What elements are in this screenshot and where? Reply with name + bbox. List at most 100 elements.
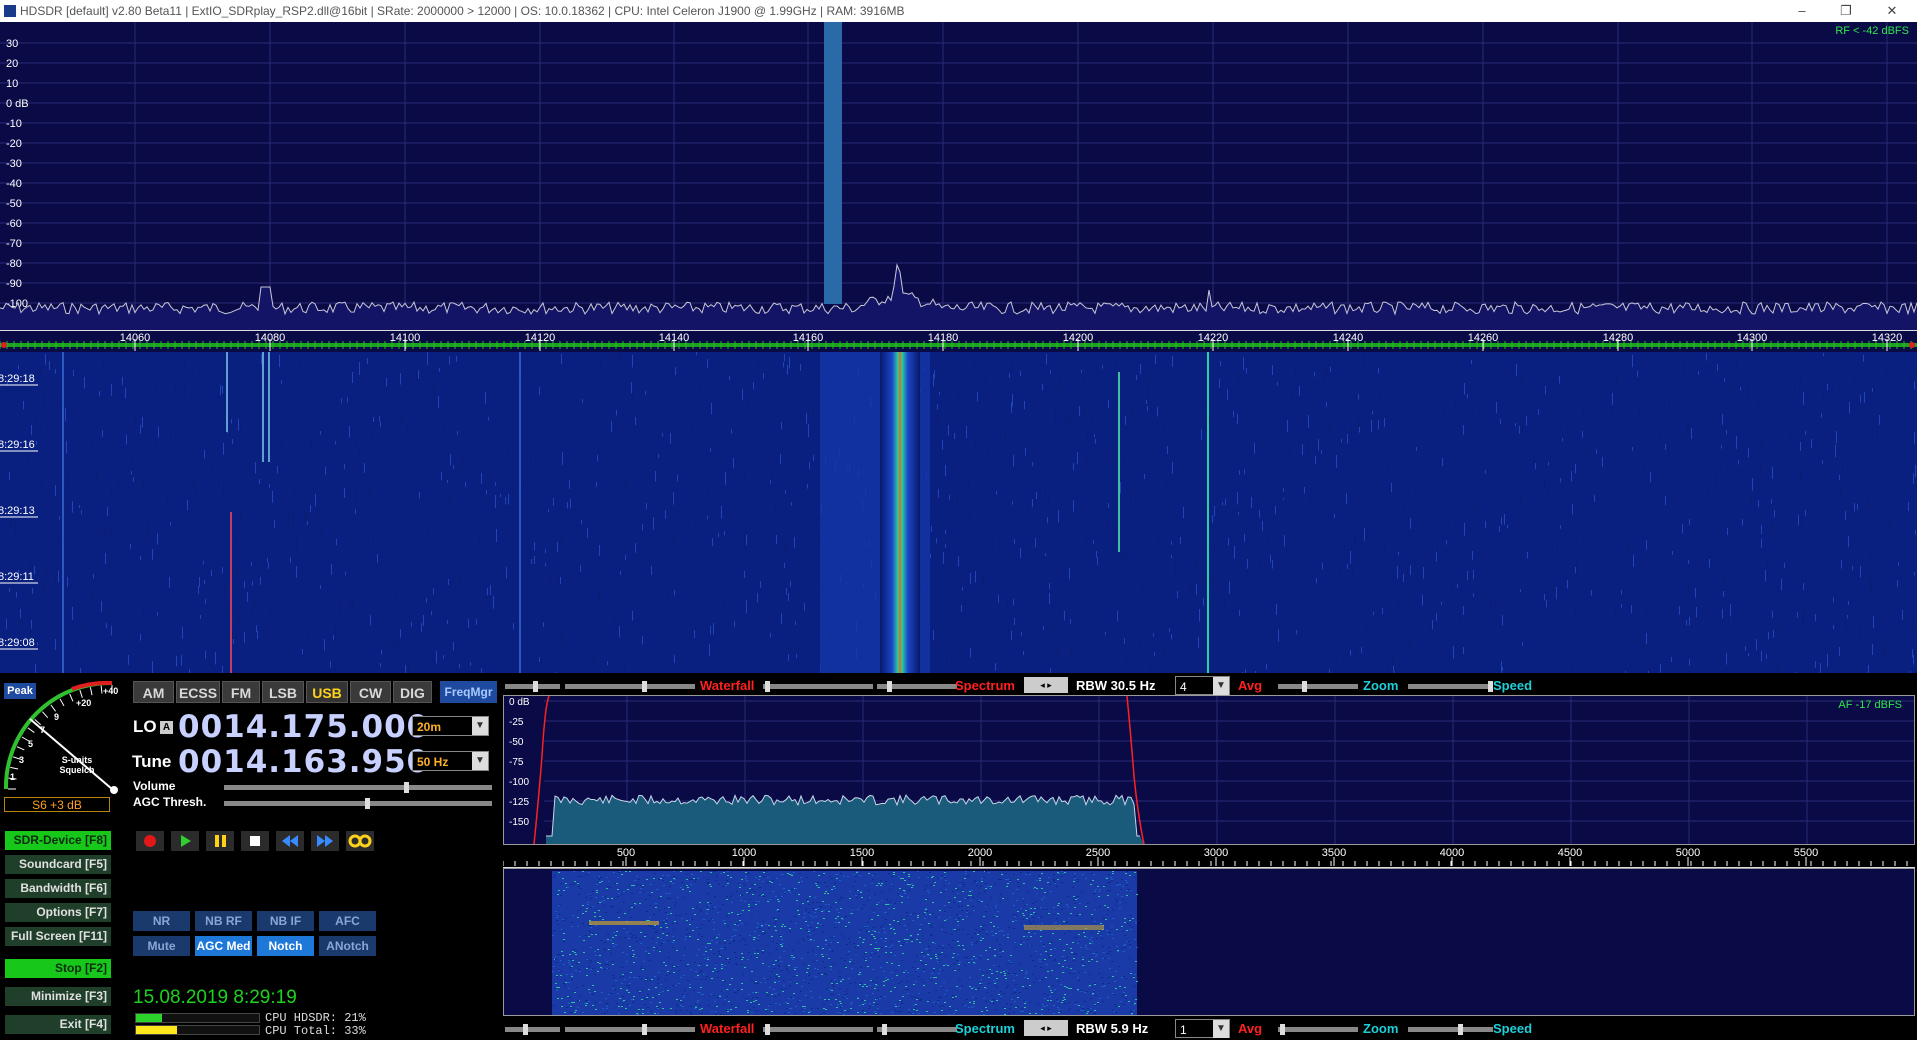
dsp-mute-button[interactable]: Mute — [133, 936, 190, 956]
side-button-bandwidth[interactable]: Bandwidth [F6] — [5, 879, 111, 898]
chevron-down-icon: ▼ — [472, 717, 488, 735]
window-title: HDSDR [default] v2.80 Beta11 | ExtIO_SDR… — [20, 4, 905, 18]
tune-frequency[interactable]: 0014.163.950 — [178, 744, 429, 780]
dsp-anotch-button[interactable]: ANotch — [319, 936, 376, 956]
side-button-soundcard[interactable]: Soundcard [F5] — [5, 855, 111, 874]
rf-freq-tick: 14180 — [928, 332, 959, 344]
rf-db-tick: -70 — [6, 238, 22, 250]
rf-level-readout: RF < -42 dBFS — [1835, 25, 1909, 37]
af-rbw-stepper[interactable]: ◂ ▸ — [1024, 1020, 1068, 1036]
pause-button[interactable] — [206, 831, 234, 851]
tune-step-select[interactable]: 50 Hz ▼ — [412, 751, 489, 771]
af-spectrum[interactable]: 0 dB -25 -50 -75 -100 -125 -150 AF -17 dBFS — [503, 695, 1915, 845]
rf-spectrum[interactable]: 30 20 10 0 dB -10 -20 -30 -40 -50 -60 -70 -80 -90 -10… — [0, 22, 1917, 330]
af-freq-tick: 1000 — [732, 847, 756, 859]
rf-frequency-scale[interactable]: 14060 14080 14100 14120 14140 14160 14180 14200… — [0, 330, 1917, 353]
rf-avg-select[interactable]: 4 ▼ — [1175, 676, 1230, 695]
dsp-notch-button[interactable]: Notch — [257, 936, 314, 956]
minimize-button[interactable]: – — [1780, 0, 1824, 22]
s-meter-needle — [29, 718, 113, 790]
rf-waterfall[interactable]: 8:29:18 8:29:16 8:29:13 8:29:11 8:29:08 — [0, 352, 1917, 673]
af-waterfall[interactable] — [503, 868, 1915, 1016]
s-meter-caption: S-units Squelch — [57, 755, 97, 775]
mode-lsb-button[interactable]: LSB — [262, 681, 304, 703]
lo-frequency[interactable]: 0014.175.000 — [178, 709, 429, 745]
rf-speed-label: Speed — [1493, 678, 1533, 693]
s-meter-scale-label: 5 — [28, 739, 33, 749]
mode-ecss-button[interactable]: ECSS — [176, 681, 220, 703]
freqmgr-button[interactable]: FreqMgr — [440, 681, 497, 703]
rf-spectrum-contrast-slider[interactable] — [763, 681, 873, 692]
dsp-agc-med-button[interactable]: AGC Med — [195, 936, 252, 956]
s-meter-scale-label: 9 — [54, 712, 59, 722]
af-spectrum-contrast-slider[interactable] — [763, 1024, 873, 1035]
mode-dig-button[interactable]: DIG — [393, 681, 432, 703]
restore-button[interactable]: ❐ — [1824, 0, 1868, 22]
tune-step-value: 50 Hz — [417, 755, 449, 769]
rf-spectrum-level-slider[interactable] — [877, 681, 957, 692]
rf-display-controls: Waterfall Spectrum ◂ ▸ RBW 30.5 Hz 4 ▼ Av… — [505, 676, 1650, 695]
close-button[interactable]: ✕ — [1870, 0, 1914, 22]
rf-waterfall-contrast-slider[interactable] — [505, 681, 560, 692]
peak-button[interactable]: Peak — [4, 683, 36, 699]
side-button-full[interactable]: Full Screen [F11] — [5, 927, 111, 946]
mode-fm-button[interactable]: FM — [222, 681, 260, 703]
mode-cw-button[interactable]: CW — [350, 681, 391, 703]
af-waterfall-contrast-slider[interactable] — [505, 1024, 560, 1035]
af-speed-slider[interactable] — [1408, 1024, 1493, 1035]
title-bar: HDSDR [default] v2.80 Beta11 | ExtIO_SDR… — [0, 0, 1917, 22]
rf-zoom-slider[interactable] — [1278, 681, 1358, 692]
rf-db-tick: -20 — [6, 138, 22, 150]
rf-waterfall-label: Waterfall — [700, 678, 755, 693]
af-db-tick: -75 — [509, 757, 524, 768]
volume-slider[interactable] — [224, 782, 492, 793]
side-button-minimize[interactable]: Minimize [F3] — [5, 987, 111, 1006]
rf-rbw-stepper[interactable]: ◂ ▸ — [1024, 677, 1068, 693]
rewind-button[interactable] — [276, 831, 304, 851]
rf-freq-tick: 14080 — [255, 332, 286, 344]
dsp-afc-button[interactable]: AFC — [319, 911, 376, 931]
af-freq-tick: 1500 — [850, 847, 874, 859]
mode-am-button[interactable]: AM — [133, 681, 174, 703]
af-speed-label: Speed — [1493, 1021, 1533, 1036]
mode-usb-button[interactable]: USB — [306, 681, 348, 703]
cpu-total-bar — [135, 1025, 260, 1035]
side-button-stop[interactable]: Stop [F2] — [5, 959, 111, 978]
s-meter-scale-label: 1 — [10, 772, 15, 782]
record-button[interactable] — [136, 831, 164, 851]
side-button-options[interactable]: Options [F7] — [5, 903, 111, 922]
dsp-nb-rf-button[interactable]: NB RF — [195, 911, 252, 931]
rf-avg-value: 4 — [1180, 680, 1187, 694]
squelch-label: Squelch — [59, 765, 95, 775]
squelch-handle[interactable] — [110, 786, 118, 794]
side-button-sdr-device[interactable]: SDR-Device [F8] — [5, 831, 111, 850]
s-meter-scale-label: +20 — [76, 698, 91, 708]
waterfall-timestamp: 8:29:18 — [0, 373, 35, 385]
af-frequency-scale[interactable]: 500 1000 1500 2000 2500 3000 3500 4000 4500 5000 5… — [502, 845, 1915, 868]
rf-freq-tick: 14260 — [1468, 332, 1499, 344]
af-avg-select[interactable]: 1 ▼ — [1175, 1019, 1230, 1038]
af-spectrum-level-slider[interactable] — [877, 1024, 957, 1035]
chevron-down-icon: ▼ — [1213, 677, 1229, 695]
band-select[interactable]: 20m ▼ — [412, 716, 489, 736]
af-zoom-slider[interactable] — [1278, 1024, 1358, 1035]
agc-thresh-label: AGC Thresh. — [133, 795, 207, 809]
dsp-nr-button[interactable]: NR — [133, 911, 190, 931]
stop-record-button[interactable] — [241, 831, 269, 851]
tuned-channel-marker[interactable] — [824, 22, 842, 304]
rf-freq-tick: 14280 — [1603, 332, 1634, 344]
loop-button[interactable] — [346, 831, 374, 851]
fast-forward-button[interactable] — [311, 831, 339, 851]
agc-thresh-slider[interactable] — [224, 798, 492, 809]
af-level-readout: AF -17 dBFS — [1838, 699, 1902, 711]
play-button[interactable] — [171, 831, 199, 851]
af-waterfall-level-slider[interactable] — [565, 1024, 695, 1035]
rf-waterfall-level-slider[interactable] — [565, 681, 695, 692]
af-zoom-label: Zoom — [1363, 1021, 1399, 1036]
rf-speed-slider[interactable] — [1408, 681, 1493, 692]
lo-a-badge[interactable]: A — [160, 721, 173, 734]
s-meter-scale-label: +40 — [103, 686, 118, 696]
af-filter-low-edge[interactable] — [533, 695, 550, 845]
dsp-nb-if-button[interactable]: NB IF — [257, 911, 314, 931]
side-button-exit[interactable]: Exit [F4] — [5, 1015, 111, 1034]
